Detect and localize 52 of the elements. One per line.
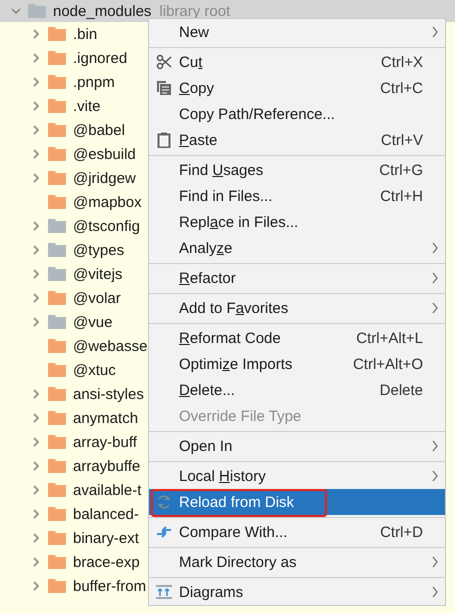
- folder-name[interactable]: brace-exp: [73, 554, 140, 570]
- menu-item[interactable]: Compare With... Ctrl+D: [149, 519, 445, 545]
- menu-item[interactable]: New: [149, 19, 445, 45]
- diagram-icon: [156, 584, 172, 600]
- folder-name[interactable]: .vite: [73, 98, 101, 114]
- menu-item[interactable]: Reload from Disk: [149, 489, 445, 515]
- menu-item[interactable]: Optimize Imports Ctrl+Alt+O: [149, 351, 445, 377]
- folder-name[interactable]: arraybuffe: [73, 458, 140, 474]
- menu-item[interactable]: Find Usages Ctrl+G: [149, 157, 445, 183]
- folder-name[interactable]: @types: [73, 242, 124, 258]
- compare-arrows-icon: [156, 524, 172, 540]
- folder-name[interactable]: @volar: [73, 290, 121, 306]
- menu-item[interactable]: Analyze: [149, 235, 445, 261]
- folder-name[interactable]: balanced-: [73, 506, 139, 522]
- menu-item[interactable]: Find in Files... Ctrl+H: [149, 183, 445, 209]
- menu-item[interactable]: Local History: [149, 463, 445, 489]
- menu-item[interactable]: Reformat Code Ctrl+Alt+L: [149, 325, 445, 351]
- folder-name[interactable]: @mapbox: [73, 194, 142, 210]
- folder-name[interactable]: available-t: [73, 482, 142, 498]
- menu-item[interactable]: Copy Path/Reference...: [149, 101, 445, 127]
- scissors-icon: [156, 54, 172, 70]
- reload-icon: [156, 494, 172, 510]
- menu-item[interactable]: Replace in Files...: [149, 209, 445, 235]
- folder-name[interactable]: ansi-styles: [73, 386, 144, 402]
- folder-name[interactable]: array-buff: [73, 434, 137, 450]
- library-root-label: library root: [159, 2, 230, 20]
- copy-icon: [156, 80, 172, 96]
- folder-name[interactable]: @vue: [73, 314, 112, 330]
- folder-name[interactable]: @vitejs: [73, 266, 122, 282]
- menu-item[interactable]: Refactor: [149, 265, 445, 291]
- menu-item[interactable]: Paste Ctrl+V: [149, 127, 445, 153]
- folder-name[interactable]: .pnpm: [73, 74, 115, 90]
- folder-name[interactable]: @webasse: [73, 338, 148, 354]
- folder-name[interactable]: .bin: [73, 26, 98, 42]
- folder-name[interactable]: @tsconfig: [73, 218, 140, 234]
- menu-item[interactable]: Add to Favorites: [149, 295, 445, 321]
- menu-item[interactable]: Diagrams: [149, 579, 445, 605]
- folder-name[interactable]: buffer-from: [73, 578, 146, 594]
- folder-name[interactable]: .ignored: [73, 50, 128, 66]
- folder-name[interactable]: @jridgew: [73, 170, 136, 186]
- menu-item[interactable]: Mark Directory as: [149, 549, 445, 575]
- menu-item[interactable]: Copy Ctrl+C: [149, 75, 445, 101]
- menu-item[interactable]: Open In: [149, 433, 445, 459]
- folder-name[interactable]: node_modules: [53, 2, 152, 20]
- folder-name[interactable]: @esbuild: [73, 146, 136, 162]
- menu-item[interactable]: Cut Ctrl+X: [149, 49, 445, 75]
- folder-name[interactable]: @xtuc: [73, 362, 116, 378]
- folder-name[interactable]: binary-ext: [73, 530, 139, 546]
- folder-name[interactable]: anymatch: [73, 410, 138, 426]
- menu-item[interactable]: Delete... Delete: [149, 377, 445, 403]
- folder-name[interactable]: @babel: [73, 122, 125, 138]
- clipboard-icon: [156, 132, 172, 148]
